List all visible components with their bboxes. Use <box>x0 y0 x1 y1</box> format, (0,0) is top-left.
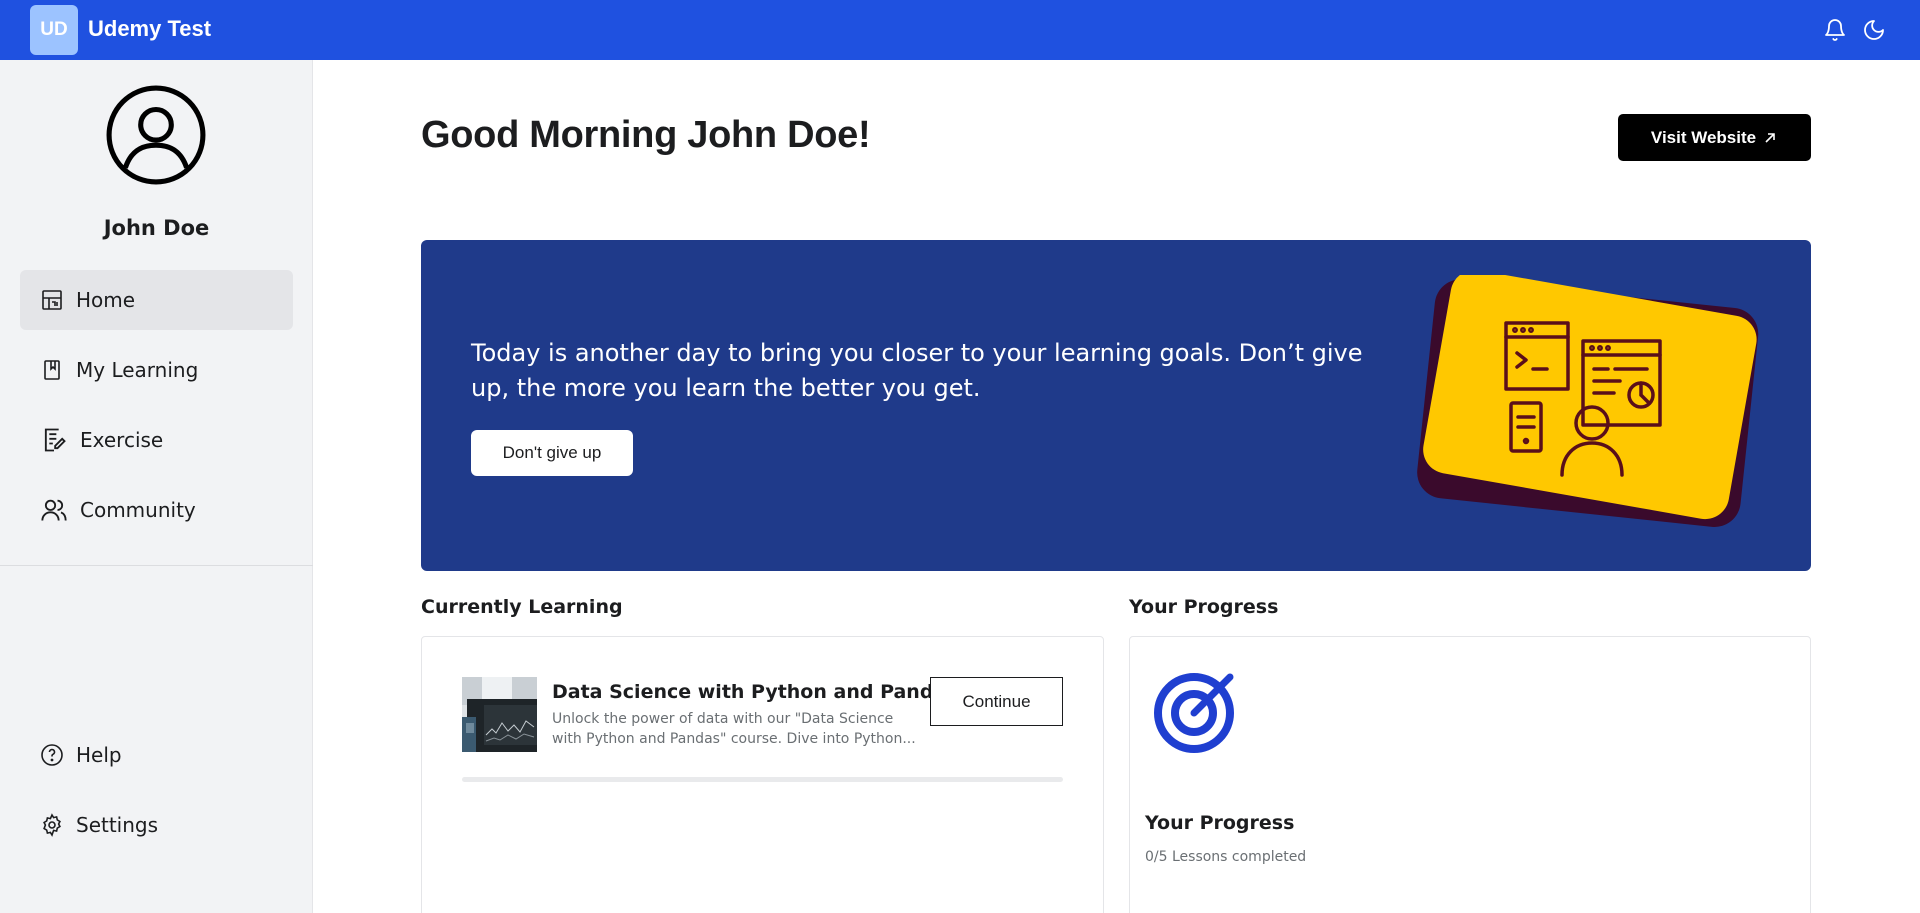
your-progress-heading: Your Progress <box>1129 596 1279 618</box>
sidebar-divider <box>0 565 313 566</box>
avatar-icon[interactable] <box>105 84 207 186</box>
course-description: Unlock the power of data with our "Data … <box>552 711 916 747</box>
hero-banner: Today is another day to bring you closer… <box>421 240 1811 571</box>
brand-name[interactable]: Udemy Test <box>88 16 211 42</box>
sidebar-item-label: Home <box>76 288 136 312</box>
hero-text: Today is another day to bring you closer… <box>471 339 1363 402</box>
users-icon <box>41 499 67 521</box>
moon-icon[interactable] <box>1862 18 1886 42</box>
sidebar-item-help[interactable]: Help <box>20 725 293 785</box>
sidebar-item-settings[interactable]: Settings <box>20 795 293 855</box>
currently-learning-heading: Currently Learning <box>421 596 623 618</box>
top-bar: UD Udemy Test <box>0 0 1920 60</box>
progress-card-title: Your Progress <box>1145 812 1295 834</box>
course-title[interactable]: Data Science with Python and Pandas <box>552 681 958 703</box>
sidebar: John Doe Home My Learning Exercise Commu… <box>0 60 313 913</box>
bookmark-icon <box>44 360 60 380</box>
developer-illustration-icon <box>1417 275 1759 527</box>
brand-badge[interactable]: UD <box>30 5 78 55</box>
lessons-completed-text: 0/5 Lessons completed <box>1145 849 1307 865</box>
sidebar-item-label: Help <box>76 743 122 767</box>
sidebar-item-home[interactable]: Home <box>20 270 293 330</box>
sidebar-item-label: Exercise <box>80 428 164 452</box>
sidebar-item-community[interactable]: Community <box>20 480 293 540</box>
course-progress-bar <box>462 777 1063 782</box>
sidebar-item-label: Settings <box>76 813 159 837</box>
help-circle-icon <box>41 744 63 766</box>
sidebar-item-label: My Learning <box>76 358 199 382</box>
page-title: Good Morning John Doe! <box>421 114 871 156</box>
dont-give-up-button[interactable]: Don't give up <box>471 430 633 476</box>
course-thumbnail[interactable] <box>462 677 537 752</box>
your-progress-card: Your Progress 0/5 Lessons completed <box>1129 636 1811 913</box>
target-icon <box>1154 673 1234 753</box>
sidebar-item-exercise[interactable]: Exercise <box>20 410 293 470</box>
visit-website-label: Visit Website <box>1650 127 1757 147</box>
edit-document-icon <box>44 428 66 452</box>
sidebar-item-my-learning[interactable]: My Learning <box>20 340 293 400</box>
user-name: John Doe <box>103 216 210 240</box>
external-link-icon <box>1765 132 1775 143</box>
bell-icon[interactable] <box>1823 18 1847 42</box>
currently-learning-card: Data Science with Python and Pandas Unlo… <box>421 636 1104 913</box>
home-icon <box>42 290 62 310</box>
continue-button[interactable]: Continue <box>930 677 1063 726</box>
visit-website-button[interactable]: Visit Website <box>1618 114 1811 161</box>
sidebar-item-label: Community <box>80 498 196 522</box>
gear-icon <box>43 813 61 837</box>
